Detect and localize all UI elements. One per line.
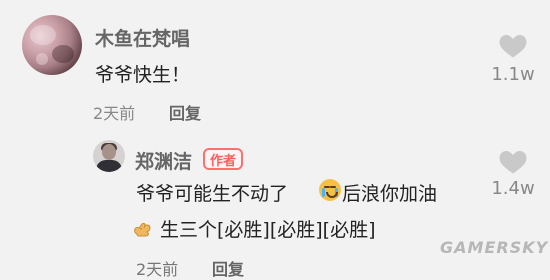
heart-icon[interactable]	[498, 31, 528, 59]
comment-username[interactable]: 木鱼在梵唱	[95, 24, 190, 51]
crying-emoji-icon	[319, 179, 341, 201]
partial-reply[interactable]: 回复	[212, 256, 244, 280]
reply-text-line2: 生三个[必胜][必胜][必胜]	[160, 219, 376, 241]
reply-text-part1: 爷爷可能生不动了	[136, 183, 289, 205]
avatar-image-detail	[52, 45, 74, 63]
partial-time: 2天前	[136, 260, 179, 279]
author-badge: 作者	[203, 148, 243, 170]
comment-time: 2天前	[93, 104, 136, 123]
comment-text: 爷爷快生！	[95, 64, 191, 86]
avatar-image-detail	[30, 25, 56, 45]
avatar-image-detail	[102, 144, 116, 160]
author-avatar[interactable]	[93, 140, 125, 172]
avatar-image-detail	[36, 53, 48, 65]
reply-button[interactable]: 回复	[169, 100, 201, 124]
heart-icon[interactable]	[498, 147, 528, 175]
flexed-biceps-icon	[131, 216, 155, 240]
user-avatar[interactable]	[22, 15, 82, 75]
reply-username[interactable]: 郑渊洁	[135, 147, 192, 174]
site-watermark: GAMERSKY	[440, 238, 549, 257]
like-count: 1.1w	[491, 64, 535, 85]
avatar-image-detail	[96, 160, 122, 172]
reply-text-part2: 后浪你加油	[342, 183, 438, 205]
like-count: 1.4w	[491, 178, 535, 199]
